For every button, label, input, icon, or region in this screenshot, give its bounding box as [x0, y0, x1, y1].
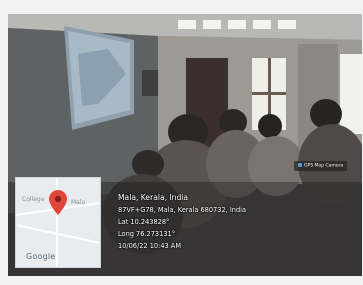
location-datetime: 10/06/22 10:43 AM [118, 242, 182, 250]
location-place: Mala, Kerala, India [118, 193, 189, 202]
map-pin-icon [49, 190, 67, 215]
map-label-college: College [22, 196, 45, 203]
location-long: Long 76.273131° [118, 230, 176, 238]
gps-camera-badge-label: GPS Map Camera [304, 163, 344, 169]
map-label-city: Mala [71, 199, 86, 206]
map-thumbnail: College Mala Google [15, 177, 101, 268]
google-logo: Google [26, 252, 56, 261]
camera-app-icon [298, 163, 302, 167]
location-lat: Lat 10.243828° [118, 218, 170, 226]
gps-camera-badge: GPS Map Camera [294, 161, 348, 171]
location-address: 87VF+G78, Mala, Kerala 680732, India [118, 206, 247, 214]
image-frame: College Mala Google GPS Map Camera Mala,… [0, 0, 363, 285]
